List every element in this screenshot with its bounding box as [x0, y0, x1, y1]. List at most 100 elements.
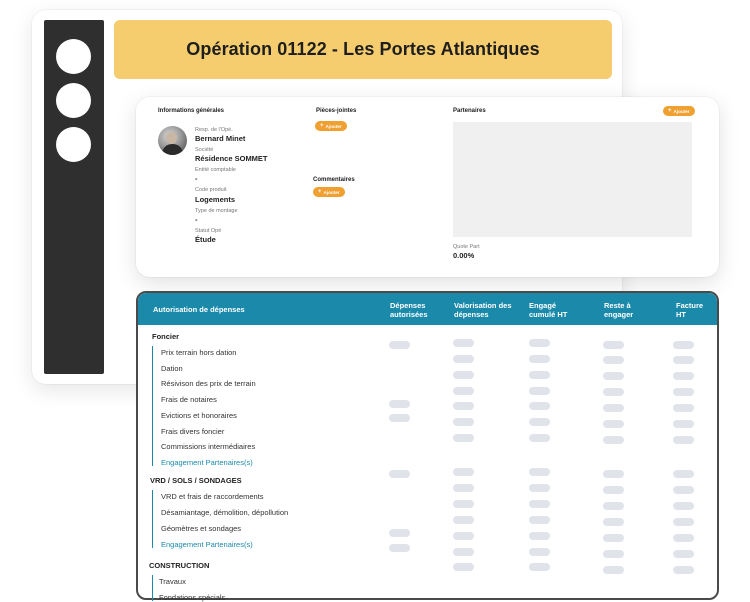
- table-row[interactable]: Prix terrain hors dation: [161, 348, 236, 357]
- value-placeholder: [673, 356, 694, 364]
- table-row[interactable]: Evictions et honoraires: [161, 411, 237, 420]
- value-placeholder: [453, 402, 474, 410]
- value-placeholder: [453, 339, 474, 347]
- general-info-title: Informations générales: [158, 108, 225, 114]
- value-placeholder: [453, 532, 474, 540]
- table-row[interactable]: Dation: [161, 364, 183, 373]
- value-placeholder: [389, 544, 410, 552]
- column-header: Facture HT: [676, 301, 704, 319]
- value-placeholder: [529, 355, 550, 363]
- value-placeholder: [603, 534, 624, 542]
- attachments-title: Pièces-jointes: [316, 108, 357, 114]
- value-placeholder: [453, 500, 474, 508]
- column-header: Reste à engager: [604, 301, 634, 319]
- value-placeholder: [453, 434, 474, 442]
- sidebar-nav-item[interactable]: [56, 83, 91, 118]
- value-placeholder: [673, 550, 694, 558]
- value-placeholder: [389, 529, 410, 537]
- field-value: Étude: [195, 235, 216, 244]
- value-placeholder: [673, 436, 694, 444]
- field-value: Résidence SOMMET: [195, 154, 268, 163]
- table-row[interactable]: Fondations spécials: [159, 593, 225, 602]
- value-placeholder: [453, 355, 474, 363]
- value-placeholder: [529, 468, 550, 476]
- value-placeholder: [529, 516, 550, 524]
- field-value: -: [195, 215, 198, 224]
- value-placeholder: [673, 534, 694, 542]
- comments-title: Commentaires: [313, 177, 355, 183]
- sidebar-nav-item[interactable]: [56, 127, 91, 162]
- value-placeholder: [603, 420, 624, 428]
- value-placeholder: [529, 402, 550, 410]
- value-placeholder: [453, 516, 474, 524]
- value-placeholder: [529, 532, 550, 540]
- table-row[interactable]: Géomètres et sondages: [161, 524, 241, 533]
- value-placeholder: [673, 341, 694, 349]
- group-title: Foncier: [152, 332, 180, 341]
- value-placeholder: [453, 468, 474, 476]
- table-row[interactable]: VRD et frais de raccordements: [161, 492, 264, 501]
- value-placeholder: [389, 341, 410, 349]
- value-placeholder: [529, 339, 550, 347]
- value-placeholder: [453, 563, 474, 571]
- group-title: VRD / SOLS / SONDAGES: [150, 476, 242, 485]
- value-placeholder: [389, 400, 410, 408]
- table-row[interactable]: Travaux: [159, 577, 186, 586]
- value-placeholder: [603, 550, 624, 558]
- quote-part-value: 0.00%: [453, 251, 475, 260]
- value-placeholder: [529, 371, 550, 379]
- value-placeholder: [529, 500, 550, 508]
- value-placeholder: [529, 418, 550, 426]
- value-placeholder: [603, 372, 624, 380]
- field-label: Entité comptable: [195, 167, 236, 173]
- field-label: Type de montage: [195, 208, 238, 214]
- partners-title: Partenaires: [453, 108, 486, 114]
- value-placeholder: [529, 548, 550, 556]
- value-placeholder: [529, 434, 550, 442]
- value-placeholder: [673, 566, 694, 574]
- value-placeholder: [673, 372, 694, 380]
- column-header: Valorisation des dépenses: [454, 301, 512, 319]
- value-placeholder: [673, 420, 694, 428]
- value-placeholder: [453, 548, 474, 556]
- group-divider: [152, 575, 153, 601]
- table-header: Autorisation de dépenses Dépenses autori…: [138, 293, 717, 325]
- value-placeholder: [529, 563, 550, 571]
- partner-engagement-link[interactable]: Engagement Partenaires(s): [161, 458, 253, 467]
- table-row[interactable]: Résivison des prix de terrain: [161, 379, 256, 388]
- plus-icon: +: [668, 108, 672, 114]
- value-placeholder: [603, 341, 624, 349]
- field-label: Statut Opé: [195, 228, 222, 234]
- value-placeholder: [453, 484, 474, 492]
- partner-engagement-link[interactable]: Engagement Partenaires(s): [161, 540, 253, 549]
- value-placeholder: [673, 470, 694, 478]
- value-placeholder: [603, 404, 624, 412]
- table-row[interactable]: Commissions intermédiaires: [161, 442, 255, 451]
- value-placeholder: [673, 388, 694, 396]
- add-comment-button[interactable]: + Ajouter: [313, 187, 345, 197]
- value-placeholder: [603, 486, 624, 494]
- partners-list: [453, 122, 692, 237]
- group-divider: [152, 490, 153, 548]
- avatar: [158, 126, 187, 155]
- field-label: Société: [195, 147, 214, 153]
- value-placeholder: [603, 566, 624, 574]
- add-partner-button[interactable]: + Ajouter: [663, 106, 695, 116]
- column-header: Dépenses autorisées: [390, 301, 428, 319]
- value-placeholder: [673, 518, 694, 526]
- page-title: Opération 01122 - Les Portes Atlantiques: [186, 39, 540, 59]
- field-value: -: [195, 174, 198, 183]
- value-placeholder: [453, 387, 474, 395]
- value-placeholder: [603, 356, 624, 364]
- table-row[interactable]: Frais de notaires: [161, 395, 217, 404]
- add-attachment-button[interactable]: + Ajouter: [315, 121, 347, 131]
- field-value: Logements: [195, 195, 236, 204]
- sidebar-nav-item[interactable]: [56, 39, 91, 74]
- table-row[interactable]: Désamiantage, démolition, dépollution: [161, 508, 288, 517]
- value-placeholder: [673, 486, 694, 494]
- group-divider: [152, 346, 153, 466]
- plus-icon: +: [318, 189, 322, 195]
- value-placeholder: [603, 502, 624, 510]
- table-row[interactable]: Frais divers foncier: [161, 427, 224, 436]
- value-placeholder: [453, 418, 474, 426]
